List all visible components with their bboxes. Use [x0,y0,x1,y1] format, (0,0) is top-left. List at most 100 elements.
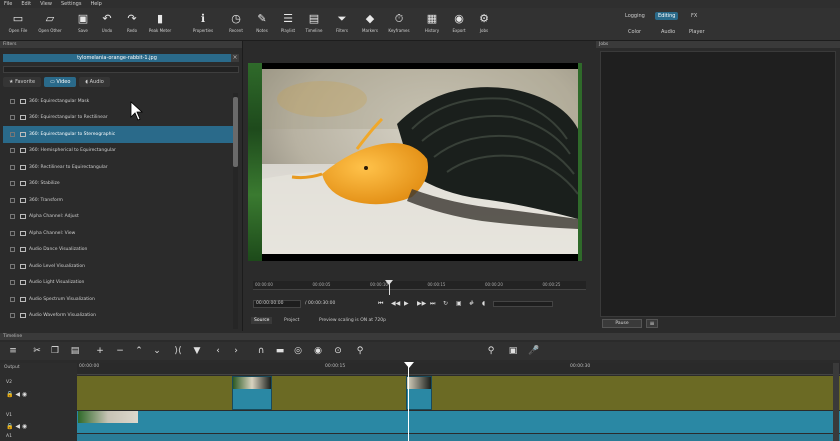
filter-tab-favorite[interactable]: ★ Favorite [3,77,42,87]
filter-list-item[interactable]: 360: Equirectangular to Stereographic [3,126,233,143]
recent-button[interactable]: ◷ Recent [222,10,250,40]
timeline-ruler[interactable]: 00:00:00 00:00:15 00:00:30 [77,363,840,375]
filter-list-scroll-thumb[interactable] [233,97,238,167]
favorite-checkbox[interactable] [10,247,15,253]
favorite-checkbox[interactable] [10,263,15,269]
menu-settings[interactable]: Settings [61,1,82,7]
jobs-menu-icon[interactable]: ≡ [646,319,658,328]
filter-tab-audio[interactable]: ◖ Audio [79,77,110,87]
marker-icon[interactable]: ▼ [192,346,202,356]
cut-icon[interactable]: ✂ [32,346,42,356]
split-icon[interactable]: ⟩⟨ [173,346,183,356]
skip-previous-icon[interactable]: ⏮ [378,300,383,308]
rewind-icon[interactable]: ◀◀ [391,300,400,307]
filter-list-item[interactable]: Audio Spectrum Visualization [3,291,233,308]
filter-list-item[interactable]: 360: Rectilinear to Equirectangular [3,159,233,176]
lift-icon[interactable]: ⌃ [134,346,144,356]
play-icon[interactable]: ▶ [404,300,409,307]
pause-jobs-button[interactable]: Pause [602,319,642,328]
ripple-icon[interactable]: ◎ [293,346,303,356]
jobs-button[interactable]: ⚙ Jobs [470,10,498,40]
favorite-checkbox[interactable] [10,197,15,203]
favorite-checkbox[interactable] [10,98,15,104]
timeline-clip[interactable] [406,376,432,410]
timeline-clip[interactable] [232,376,272,410]
mic-icon[interactable]: 🎤 [528,346,539,356]
favorite-checkbox[interactable] [10,313,15,319]
menu-file[interactable]: File [4,1,12,7]
source-tab[interactable]: Source [251,317,273,324]
prev-marker-icon[interactable]: ‹ [213,346,223,356]
favorite-checkbox[interactable] [10,296,15,302]
filter-search-input[interactable] [3,66,239,73]
track-v2[interactable] [77,376,840,410]
history-button[interactable]: ▦ History [418,10,446,40]
overwrite-icon[interactable]: ⌄ [152,346,162,356]
layout-color-button[interactable]: Color [625,28,644,36]
volume-slider[interactable] [493,301,553,307]
timeline-playhead[interactable] [408,363,409,441]
ripple-all-icon[interactable]: ◉ [313,346,323,356]
filter-list-item[interactable]: Audio Waveform Visualization [3,308,233,325]
menu-icon[interactable]: ≡ [8,346,18,356]
menu-edit[interactable]: Edit [21,1,31,7]
track-v2-controls[interactable]: 🔒 ◀ ◉ [6,391,27,398]
fast-forward-icon[interactable]: ▶▶ [417,300,426,307]
volume-icon[interactable]: ◖ [482,300,485,307]
snap-icon[interactable]: ∩ [256,346,266,356]
favorite-checkbox[interactable] [10,115,15,121]
filter-list-item[interactable]: 360: Hemispherical to Equirectangular [3,143,233,160]
menu-help[interactable]: Help [90,1,101,7]
layout-editing-button[interactable]: Editing [655,12,679,20]
favorite-checkbox[interactable] [10,181,15,187]
favorite-checkbox[interactable] [10,131,15,137]
open-other-button[interactable]: ▱ Open Other [36,10,64,40]
favorite-checkbox[interactable] [10,148,15,154]
filters-button[interactable]: ⏷ Filters [328,10,356,40]
favorite-checkbox[interactable] [10,214,15,220]
grid-icon[interactable]: # [469,300,474,307]
playlist-button[interactable]: ☰ Playlist [274,10,302,40]
undo-button[interactable]: ↶ Undo [93,10,121,40]
filter-tab-video[interactable]: ▭ Video [44,77,77,87]
keyframes-button[interactable]: ⏱ Keyframes [385,10,413,40]
loop-icon[interactable]: ↻ [443,300,448,307]
position-timecode-field[interactable]: 00:00:00:00 [253,300,301,308]
filter-list-item[interactable]: 360: Transform [3,192,233,209]
properties-button[interactable]: ℹ Properties [189,10,217,40]
filter-list-item[interactable]: 360: Stabilize [3,176,233,193]
zoom-icon[interactable]: ▣ [456,300,462,307]
filter-list-item[interactable]: Audio Level Visualization [3,258,233,275]
copy-icon[interactable]: ❐ [50,346,60,356]
filter-list-item[interactable]: Alpha Channel: Adjust [3,209,233,226]
layout-player-button[interactable]: Player [686,28,708,36]
timeline-vertical-scrollbar[interactable] [833,363,839,441]
open-file-button[interactable]: ▭ Open File [4,10,32,40]
zoom-out-icon[interactable]: ⚲ [486,346,496,356]
track-a1[interactable] [77,434,840,441]
zoom-icon[interactable]: ⚲ [355,346,365,356]
filter-list-item[interactable]: Alpha Channel: View [3,225,233,242]
menu-view[interactable]: View [40,1,52,7]
ripple-markers-icon[interactable]: ⊙ [333,346,343,356]
favorite-checkbox[interactable] [10,280,15,286]
peak-meter-button[interactable]: ▮ Peak Meter [146,10,174,40]
export-button[interactable]: ◉ Export [445,10,473,40]
track-v1-controls[interactable]: 🔒 ◀ ◉ [6,423,27,430]
markers-button[interactable]: ◆ Markers [356,10,384,40]
favorite-checkbox[interactable] [10,230,15,236]
skip-next-icon[interactable]: ⏭ [430,300,435,308]
paste-icon[interactable]: ▤ [70,346,80,356]
append-icon[interactable]: + [95,346,105,356]
filter-list-item[interactable]: Audio Dance Visualization [3,242,233,259]
filter-list-item[interactable]: Audio Light Visualization [3,275,233,292]
favorite-checkbox[interactable] [10,164,15,170]
timeline-button[interactable]: ▤ Timeline [300,10,328,40]
filter-list-item[interactable]: 360: Equirectangular Mask [3,93,233,110]
project-tab[interactable]: Project [281,317,302,324]
track-v1[interactable] [77,411,840,433]
layout-logging-button[interactable]: Logging [622,12,648,20]
layout-fx-button[interactable]: FX [688,12,700,20]
zoom-fit-icon[interactable]: ▣ [508,346,518,356]
next-marker-icon[interactable]: › [231,346,241,356]
